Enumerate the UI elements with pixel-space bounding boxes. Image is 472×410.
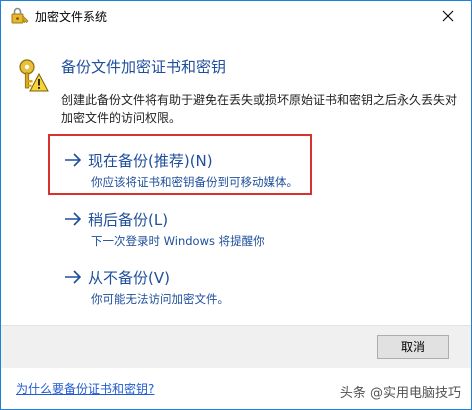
option-title: 稍后备份(L) — [88, 211, 169, 229]
help-link[interactable]: 为什么要备份证书和密钥? — [16, 380, 154, 397]
arrow-right-icon — [63, 151, 83, 169]
watermark-text: 头条 @实用电脑技巧 — [339, 386, 461, 401]
key-warning-icon — [17, 58, 49, 92]
window-title: 加密文件系统 — [35, 10, 108, 24]
arrow-right-icon — [63, 210, 83, 228]
close-button[interactable] — [425, 1, 471, 31]
option-subtitle: 你可能无法访问加密文件。 — [91, 292, 229, 306]
dialog-description: 创建此备份文件将有助于避免在丢失或损坏原始证书和密钥之后永久丢失对加密文件的访问… — [61, 93, 458, 125]
close-icon — [442, 10, 454, 22]
efs-dialog-window: 加密文件系统 备份文件加密证书和密钥 创建此备份文件将有助于避免在丢失或损坏原始… — [0, 0, 472, 410]
arrow-right-icon — [63, 268, 83, 286]
button-bar: 取消 — [1, 325, 471, 368]
key-lock-icon — [11, 7, 29, 25]
never-backup-option[interactable]: 从不备份(V) 你可能无法访问加密文件。 — [63, 267, 443, 311]
backup-later-option[interactable]: 稍后备份(L) 下一次登录时 Windows 将提醒你 — [63, 209, 443, 253]
cancel-button[interactable]: 取消 — [377, 335, 449, 359]
dialog-heading: 备份文件加密证书和密钥 — [61, 58, 227, 76]
option-title: 现在备份(推荐)(N) — [88, 152, 213, 170]
option-subtitle: 你应该将证书和密钥备份到可移动媒体。 — [91, 175, 298, 189]
backup-now-option[interactable]: 现在备份(推荐)(N) 你应该将证书和密钥备份到可移动媒体。 — [63, 150, 443, 194]
option-title: 从不备份(V) — [88, 269, 170, 287]
option-subtitle: 下一次登录时 Windows 将提醒你 — [91, 234, 265, 248]
title-bar: 加密文件系统 — [1, 1, 471, 31]
